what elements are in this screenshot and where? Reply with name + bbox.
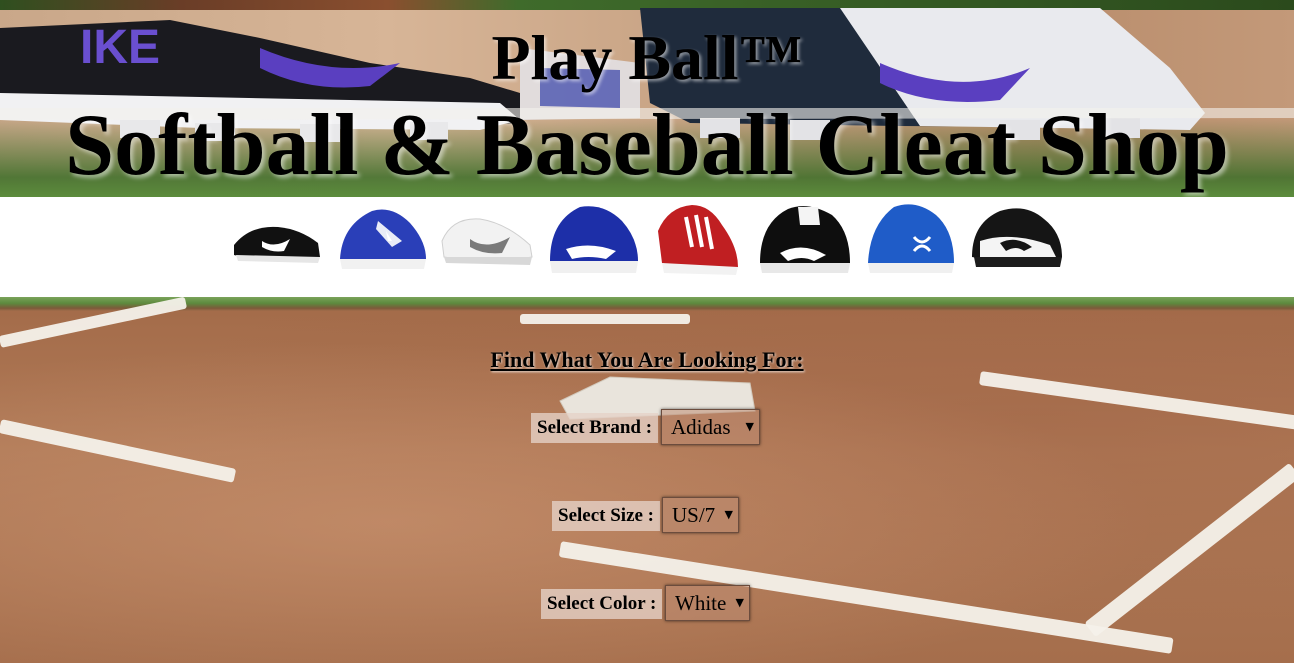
hero-banner: IKE Play Ball™ Softball & Baseball Cleat… — [0, 0, 1294, 197]
product-cleat-8[interactable] — [970, 201, 1064, 285]
chalk-line — [520, 314, 690, 324]
grass-divider — [0, 297, 1294, 311]
product-cleat-7[interactable] — [864, 201, 958, 285]
chalk-line — [1084, 462, 1294, 638]
size-select-value: US/7 — [672, 503, 716, 527]
color-select[interactable]: White ▼ — [665, 585, 750, 621]
chalk-line — [979, 371, 1294, 431]
color-filter: Select Color : White ▼ — [541, 585, 751, 621]
color-label: Select Color : — [541, 589, 663, 619]
product-cleat-2[interactable] — [336, 201, 430, 285]
brand-select[interactable]: Adidas ▼ — [661, 409, 760, 445]
filter-heading: Find What You Are Looking For: — [490, 347, 804, 372]
color-select-value: White — [675, 591, 727, 615]
chevron-down-icon: ▼ — [745, 420, 754, 433]
chevron-down-icon: ▼ — [724, 508, 733, 521]
size-select[interactable]: US/7 ▼ — [662, 497, 739, 533]
brand-label: Select Brand : — [531, 413, 659, 443]
size-label: Select Size : — [552, 501, 661, 531]
brand-filter: Select Brand : Adidas ▼ — [531, 409, 761, 445]
site-title: Play Ball™ — [491, 22, 803, 93]
chalk-line — [0, 419, 237, 483]
product-cleat-3[interactable] — [440, 201, 534, 285]
product-cleat-5[interactable] — [652, 201, 746, 285]
product-cleat-1[interactable] — [230, 201, 324, 285]
chevron-down-icon: ▼ — [735, 596, 744, 609]
product-strip — [0, 197, 1294, 297]
product-cleat-4[interactable] — [546, 201, 640, 285]
size-filter: Select Size : US/7 ▼ — [552, 497, 742, 533]
product-cleat-6[interactable] — [758, 201, 852, 285]
brand-select-value: Adidas — [671, 415, 731, 439]
site-subtitle: Softball & Baseball Cleat Shop — [65, 97, 1229, 194]
